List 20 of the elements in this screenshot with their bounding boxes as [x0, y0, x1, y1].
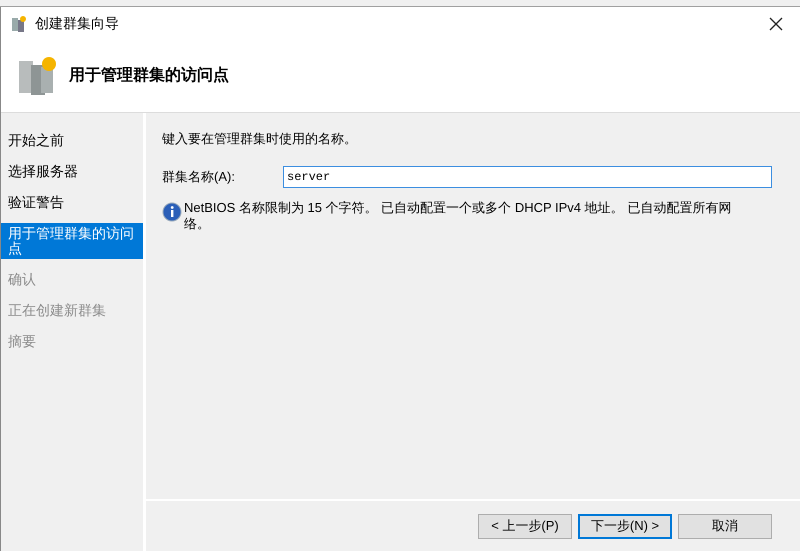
info-icon [162, 202, 182, 222]
wizard-step: 确认 [1, 269, 143, 290]
wizard-step: 正在创建新群集 [1, 300, 143, 321]
field-label: 群集名称(A): [162, 168, 236, 186]
page-heading: 用于管理群集的访问点 [69, 65, 229, 86]
wizard-step: 验证警告 [1, 192, 143, 213]
wizard-button[interactable]: 取消 [678, 514, 772, 538]
server-cluster-icon [17, 55, 57, 97]
wizard-step: 开始之前 [1, 130, 143, 151]
window-title: 创建群集向导 [35, 14, 119, 33]
wizard-step: 摘要 [1, 331, 143, 352]
instruction-text: 键入要在管理群集时使用的名称。 [162, 130, 358, 148]
wizard-step: 选择服务器 [1, 161, 143, 182]
close-icon [769, 16, 783, 30]
wizard-step: 用于管理群集的访问点 [1, 223, 143, 259]
cluster-name-field[interactable]: server [283, 166, 772, 188]
server-cluster-icon [11, 14, 27, 32]
info-message: NetBIOS 名称限制为 15 个字符。 已自动配置一个或多个 DHCP IPv4 地址。 已自动配置所有网络。 [184, 200, 732, 232]
wizard-button[interactable]: < 上一步(P) [478, 514, 572, 538]
wizard-button[interactable]: 下一步(N) > [578, 514, 672, 538]
